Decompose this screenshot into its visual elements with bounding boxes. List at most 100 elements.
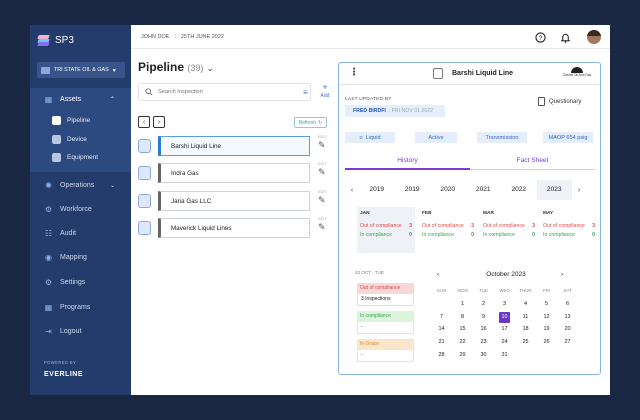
out-row: Out of compliance 3 [360,223,412,229]
kebab-menu-icon[interactable]: ⋮ [349,67,359,78]
month-summary[interactable]: FEB Out of compliance 3 In compliance 0 [419,207,477,253]
audit-icon: ☷ [44,229,53,238]
list-item-card[interactable]: Barshi Liquid Line [158,136,310,156]
list-item-card[interactable]: Jaria Gas LLC [158,191,310,211]
month-summary[interactable]: JAN Out of compliance 3 In compliance 0 [357,207,415,253]
in-count: 0 [471,232,474,238]
sidebar-item-workforce[interactable]: ⚙ Workforce [30,205,131,214]
calendar-day[interactable]: 26 [536,336,557,349]
prev-page-button[interactable]: ‹ [138,116,150,128]
sidebar-sub-device[interactable]: Device [52,135,87,144]
year-option[interactable]: 2021 [466,180,502,200]
filter-icon[interactable]: ≡ [303,88,308,97]
calendar-day[interactable]: 10 [494,311,515,324]
calendar-day[interactable]: 22 [452,336,473,349]
sidebar-item-operations[interactable]: ✺ Operations ⌄ [30,181,131,190]
sidebar-item-logout[interactable]: ⇥ Logout [30,327,131,336]
calendar-day[interactable]: 30 [473,349,494,362]
calendar-day[interactable]: 27 [557,336,578,349]
calendar-day[interactable]: 12 [536,311,557,324]
calendar-day[interactable]: 29 [452,349,473,362]
chevron-left-icon[interactable]: ‹ [437,269,439,281]
calendar-day[interactable]: 1 [452,298,473,311]
in-row: In compliance 0 [543,232,595,238]
sidebar-sub-label: Equipment [67,154,99,161]
calendar-day[interactable]: 5 [536,298,557,311]
sidebar-item-audit[interactable]: ☷ Audit [30,229,131,238]
calendar-day[interactable]: 19 [536,323,557,336]
sidebar-sub-label: Pipeline [67,117,91,124]
calendar-day[interactable]: 31 [494,349,515,362]
menu-lines-icon: ≡ [359,134,363,141]
stat-label: In compliance [357,311,414,322]
list-item-label: Jaria Gas LLC [171,197,212,205]
calendar-day[interactable]: 28 [431,349,452,362]
list-item-card[interactable]: Maverick Liquid Lines [158,218,310,238]
calendar-day[interactable]: 20 [557,323,578,336]
updated-by-name: FRED BIRDFI [353,108,386,114]
chevron-down-icon[interactable]: ⌄ [207,64,214,73]
year-option[interactable]: 2020 [430,180,466,200]
calendar-day[interactable]: 13 [557,311,578,324]
calendar-day[interactable]: 9 [473,311,494,324]
calendar-day[interactable]: 25 [515,336,536,349]
edit-icon[interactable]: EDIT ✎ [318,135,328,151]
sidebar-sub-equipment[interactable]: Equipment [52,153,98,162]
calendar-day[interactable]: 15 [452,323,473,336]
list-item-label: Indra Gas [171,169,199,177]
calendar-day[interactable]: 23 [473,336,494,349]
year-option[interactable]: 2019 [395,180,431,200]
calendar-day[interactable]: 8 [452,311,473,324]
year-option[interactable]: 2019 [359,180,395,200]
list-item-card[interactable]: Indra Gas [158,163,310,183]
bell-icon[interactable] [560,32,571,43]
equipment-icon [52,153,61,162]
search-input[interactable] [158,89,298,95]
edit-icon[interactable]: EDIT ✎ [318,162,328,178]
month-summary[interactable]: MAR Out of compliance 3 In compliance 0 [480,207,538,253]
out-row: Out of compliance 3 [543,223,595,229]
calendar-day[interactable]: 2 [473,298,494,311]
next-page-button[interactable]: › [153,116,165,128]
calendar-day[interactable]: 3 [494,298,515,311]
org-selector[interactable]: TRI STATE OIL & GAS ▾ [37,62,125,78]
calendar-day[interactable]: 16 [473,323,494,336]
calendar-day[interactable]: 7 [431,311,452,324]
calendar-day[interactable]: 11 [515,311,536,324]
sidebar-item-assets[interactable]: ▦ Assets ⌃ [30,95,131,104]
month-summary[interactable]: MAY Out of compliance 3 In compliance 0 [540,207,598,253]
year-option-selected[interactable]: 2023 [536,180,572,200]
add-button[interactable]: + Add [317,83,333,101]
help-icon[interactable]: ? [535,32,546,43]
questionary-button[interactable]: Questionary [538,97,581,106]
tab-fact-sheet[interactable]: Fact Sheet [470,156,595,170]
chevron-right-icon[interactable]: › [572,187,586,194]
calendar-day[interactable]: 18 [515,323,536,336]
sidebar-item-settings[interactable]: ⚙ Settings [30,278,131,287]
edit-icon[interactable]: EDIT ✎ [318,217,328,233]
edit-icon[interactable]: EDIT ✎ [318,190,328,206]
calendar-day[interactable]: 21 [431,336,452,349]
calendar-day[interactable]: 6 [557,298,578,311]
in-label: In compliance [483,232,516,238]
calendar-day[interactable]: 4 [515,298,536,311]
chevron-right-icon[interactable]: › [561,269,563,281]
current-user: JOHN DOE [141,33,170,40]
tab-history[interactable]: History [345,156,470,170]
sidebar-item-mapping[interactable]: ◉ Mapping [30,253,131,262]
calendar-day[interactable]: 14 [431,323,452,336]
sidebar-sub-pipeline[interactable]: Pipeline [52,116,90,125]
org-flag-icon [41,66,50,74]
sidebar-item-programs[interactable]: ▦ Programs [30,303,131,312]
month-name: FEB [422,211,432,216]
app-logo[interactable]: SP3 [37,35,74,46]
refresh-button[interactable]: Refresh ↻ [294,117,327,128]
tab-label: History [397,157,418,164]
avatar[interactable] [587,30,601,44]
chevron-left-icon[interactable]: ‹ [345,187,359,194]
year-option[interactable]: 2022 [501,180,537,200]
calendar-empty [431,298,452,311]
calendar-day[interactable]: 17 [494,323,515,336]
device-icon [52,135,61,144]
calendar-day[interactable]: 24 [494,336,515,349]
